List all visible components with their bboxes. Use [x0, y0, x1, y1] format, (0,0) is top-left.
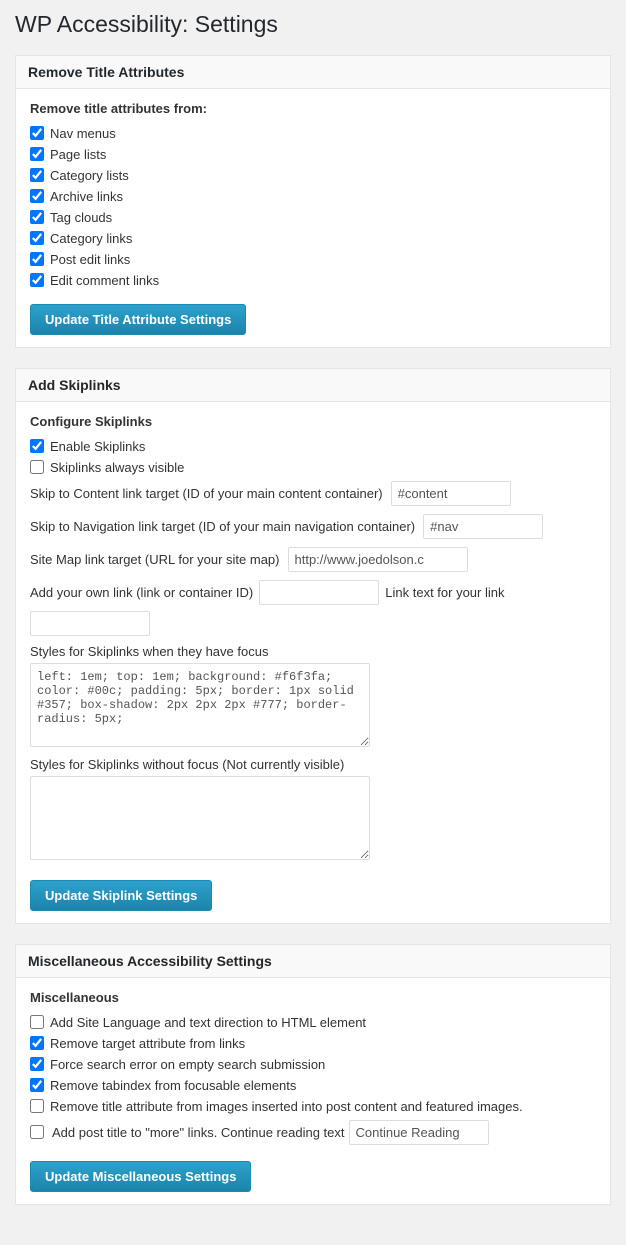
focus-styles-textarea[interactable]: left: 1em; top: 1em; background: #f6f3fa… — [30, 663, 370, 747]
page-lists-checkbox[interactable] — [30, 147, 44, 161]
search-error-label: Force search error on empty search submi… — [50, 1057, 325, 1072]
post-edit-links-label: Post edit links — [50, 252, 130, 267]
misc-header: Miscellaneous Accessibility Settings — [16, 945, 610, 978]
tag-clouds-checkbox[interactable] — [30, 210, 44, 224]
no-focus-styles-textarea[interactable] — [30, 776, 370, 860]
remove-title-subheader: Remove title attributes from: — [30, 101, 596, 116]
own-link-label: Add your own link (link or container ID) — [30, 585, 253, 600]
link-text-input[interactable] — [30, 611, 150, 636]
skip-nav-input[interactable] — [423, 514, 543, 539]
category-links-checkbox[interactable] — [30, 231, 44, 245]
focus-styles-container: Styles for Skiplinks when they have focu… — [30, 644, 596, 747]
update-misc-button[interactable]: Update Miscellaneous Settings — [30, 1161, 251, 1192]
checkbox-row-edit-comment-links: Edit comment links — [30, 273, 596, 288]
sitemap-input[interactable] — [288, 547, 468, 572]
checkbox-row-tag-clouds: Tag clouds — [30, 210, 596, 225]
skip-nav-label: Skip to Navigation link target (ID of yo… — [30, 519, 415, 534]
tag-clouds-label: Tag clouds — [50, 210, 112, 225]
update-skiplink-button[interactable]: Update Skiplink Settings — [30, 880, 212, 911]
archive-links-checkbox[interactable] — [30, 189, 44, 203]
remove-title-header: Remove Title Attributes — [16, 56, 610, 89]
more-links-label: Add post title to "more" links. Continue… — [52, 1125, 345, 1140]
own-link-input[interactable] — [259, 580, 379, 605]
remove-target-checkbox[interactable] — [30, 1036, 44, 1050]
tabindex-checkbox[interactable] — [30, 1078, 44, 1092]
focus-styles-label: Styles for Skiplinks when they have focu… — [30, 644, 596, 659]
skiplinks-header: Add Skiplinks — [16, 369, 610, 402]
always-visible-label: Skiplinks always visible — [50, 460, 184, 475]
skip-nav-field-row: Skip to Navigation link target (ID of yo… — [30, 514, 596, 539]
img-title-checkbox[interactable] — [30, 1099, 44, 1113]
update-title-attribute-button[interactable]: Update Title Attribute Settings — [30, 304, 246, 335]
sitemap-label: Site Map link target (URL for your site … — [30, 552, 280, 567]
tabindex-label: Remove tabindex from focusable elements — [50, 1078, 296, 1093]
checkbox-row-category-links: Category links — [30, 231, 596, 246]
skip-content-label: Skip to Content link target (ID of your … — [30, 486, 383, 501]
own-link-row: Add your own link (link or container ID)… — [30, 580, 596, 636]
checkbox-row-page-lists: Page lists — [30, 147, 596, 162]
link-text-label: Link text for your link — [385, 585, 504, 600]
no-focus-styles-container: Styles for Skiplinks without focus (Not … — [30, 757, 596, 860]
checkbox-row-nav-menus: Nav menus — [30, 126, 596, 141]
more-links-row: Add post title to "more" links. Continue… — [30, 1120, 596, 1145]
misc-section: Miscellaneous Accessibility Settings Mis… — [15, 944, 611, 1205]
page-lists-label: Page lists — [50, 147, 106, 162]
enable-skiplinks-checkbox[interactable] — [30, 439, 44, 453]
page-title: WP Accessibility: Settings — [15, 10, 611, 40]
skip-content-input[interactable] — [391, 481, 511, 506]
post-edit-links-checkbox[interactable] — [30, 252, 44, 266]
category-lists-checkbox[interactable] — [30, 168, 44, 182]
skiplinks-subheader: Configure Skiplinks — [30, 414, 596, 429]
archive-links-label: Archive links — [50, 189, 123, 204]
misc-subheader: Miscellaneous — [30, 990, 596, 1005]
remove-target-label: Remove target attribute from links — [50, 1036, 245, 1051]
checkbox-row-post-edit-links: Post edit links — [30, 252, 596, 267]
skiplinks-section: Add Skiplinks Configure Skiplinks Enable… — [15, 368, 611, 924]
enable-skiplinks-label: Enable Skiplinks — [50, 439, 145, 454]
search-error-checkbox[interactable] — [30, 1057, 44, 1071]
category-lists-label: Category lists — [50, 168, 129, 183]
nav-menus-label: Nav menus — [50, 126, 116, 141]
checkbox-row-enable-skiplinks: Enable Skiplinks — [30, 439, 596, 454]
category-links-label: Category links — [50, 231, 132, 246]
sitemap-field-row: Site Map link target (URL for your site … — [30, 547, 596, 572]
add-lang-label: Add Site Language and text direction to … — [50, 1015, 366, 1030]
add-lang-checkbox[interactable] — [30, 1015, 44, 1029]
always-visible-checkbox[interactable] — [30, 460, 44, 474]
no-focus-styles-label: Styles for Skiplinks without focus (Not … — [30, 757, 596, 772]
checkbox-row-always-visible: Skiplinks always visible — [30, 460, 596, 475]
checkbox-row-img-title: Remove title attribute from images inser… — [30, 1099, 596, 1114]
checkbox-row-category-lists: Category lists — [30, 168, 596, 183]
checkbox-row-add-lang: Add Site Language and text direction to … — [30, 1015, 596, 1030]
skip-content-field-row: Skip to Content link target (ID of your … — [30, 481, 596, 506]
edit-comment-links-label: Edit comment links — [50, 273, 159, 288]
more-links-checkbox[interactable] — [30, 1125, 44, 1139]
img-title-label: Remove title attribute from images inser… — [50, 1099, 523, 1114]
checkbox-row-tabindex: Remove tabindex from focusable elements — [30, 1078, 596, 1093]
checkbox-row-archive-links: Archive links — [30, 189, 596, 204]
nav-menus-checkbox[interactable] — [30, 126, 44, 140]
checkbox-row-search-error: Force search error on empty search submi… — [30, 1057, 596, 1072]
edit-comment-links-checkbox[interactable] — [30, 273, 44, 287]
checkbox-row-remove-target: Remove target attribute from links — [30, 1036, 596, 1051]
remove-title-section: Remove Title Attributes Remove title att… — [15, 55, 611, 348]
continue-reading-input[interactable] — [349, 1120, 489, 1145]
